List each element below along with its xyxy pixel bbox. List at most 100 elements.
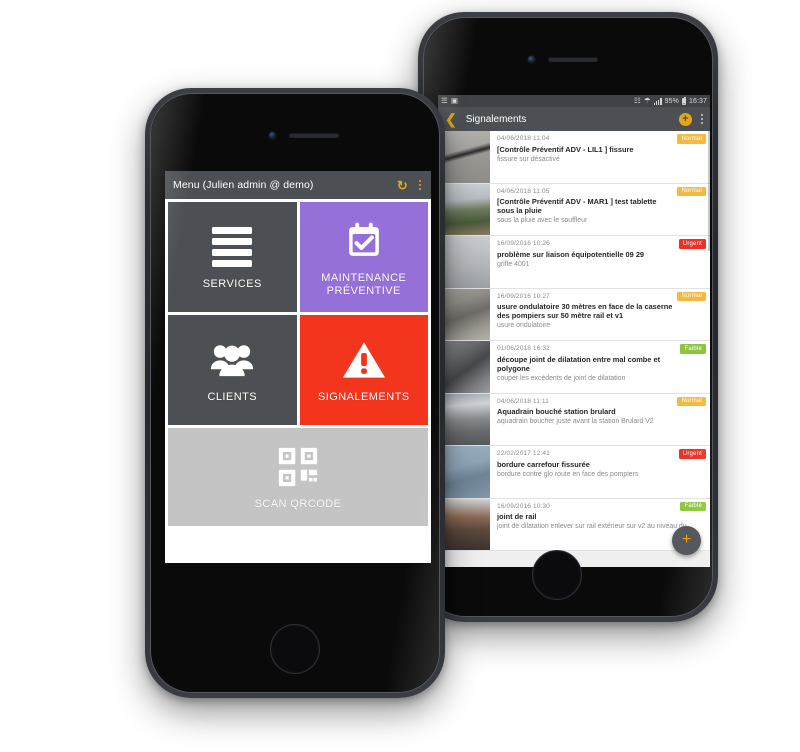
signalement-title: [Contrôle Préventif ADV - MAR1 ] test ta… bbox=[497, 197, 657, 216]
earpiece-speaker bbox=[289, 133, 339, 138]
signalement-content: 22/02/2017 12:41 bordure carrefour fissur… bbox=[490, 446, 710, 498]
android-share-icon: ☰ bbox=[441, 96, 448, 106]
signalement-list-item[interactable]: 16/09/2016 10:27 usure ondulatoire 30 mèt… bbox=[438, 288, 710, 341]
signalement-subtitle: bordure contre glo route en face des pom… bbox=[497, 470, 639, 478]
add-signalement-fab[interactable]: + bbox=[672, 526, 701, 555]
phone-left-body: Menu (Julien admin @ demo) ↻ SERVICES MAI… bbox=[150, 93, 440, 693]
phone-right-body: ☰ ▣ ☷ ☂ 95% 16:37 ❮ Signalements + 04/06… bbox=[423, 17, 713, 617]
status-badge: Normal bbox=[677, 396, 706, 407]
signalement-thumbnail bbox=[438, 236, 490, 288]
kebab-menu-icon[interactable] bbox=[700, 114, 703, 124]
signalement-date: 04/06/2018 11:04 bbox=[497, 135, 550, 142]
front-camera-icon bbox=[528, 56, 535, 63]
status-badge: Faible bbox=[680, 501, 706, 512]
menu-tile-label: SCAN QRCODE bbox=[254, 498, 342, 510]
signalement-thumbnail bbox=[438, 446, 490, 498]
status-right-icons: ☷ ☂ 95% 16:37 bbox=[634, 96, 707, 106]
signalement-list[interactable]: 04/06/2018 11:04 [Contrôle Préventif ADV … bbox=[438, 131, 710, 567]
home-button[interactable] bbox=[532, 550, 582, 600]
signalement-subtitle: joint de dilatation enlever sur rail ext… bbox=[497, 523, 687, 531]
signalement-date: 04/06/2018 11:05 bbox=[497, 187, 550, 195]
hamburger-bars-icon bbox=[212, 223, 253, 271]
status-badge: Normal bbox=[677, 134, 706, 144]
signalement-subtitle: aquadrain boucher juste avant la station… bbox=[497, 418, 654, 426]
menu-tile-label: CLIENTS bbox=[207, 391, 258, 403]
signalement-date: 22/02/2017 12:41 bbox=[497, 450, 550, 457]
status-badge: Faible bbox=[680, 344, 706, 354]
signalement-list-item[interactable]: 16/09/2016 10:30 joint de rail joint de di… bbox=[438, 498, 710, 551]
menu-tile-signalements[interactable]: SIGNALEMENTS bbox=[299, 315, 428, 425]
signalement-title: Aquadrain bouché station brulard bbox=[497, 407, 616, 416]
signalement-list-item[interactable]: 01/06/2018 16:32 découpe joint de dilatat… bbox=[438, 341, 710, 394]
signalement-date: 16/09/2016 10:26 bbox=[497, 240, 550, 247]
menu-title: Menu (Julien admin @ demo) bbox=[173, 179, 314, 191]
android-status-bar: ☰ ▣ ☷ ☂ 95% 16:37 bbox=[438, 95, 710, 107]
cell-signal-icon: ☷ bbox=[634, 96, 641, 106]
signalement-title: joint de rail bbox=[497, 512, 537, 521]
signalement-list-item[interactable]: 22/02/2017 12:41 bordure carrefour fissur… bbox=[438, 446, 710, 499]
signalement-list-item[interactable]: 04/06/2018 11:04 [Contrôle Préventif ADV … bbox=[438, 131, 710, 184]
page-title: Signalements bbox=[465, 113, 527, 125]
signalement-content: 16/09/2016 10:27 usure ondulatoire 30 mèt… bbox=[490, 289, 710, 341]
kebab-menu-icon[interactable] bbox=[418, 180, 421, 190]
signalement-date: 04/06/2018 11:11 bbox=[497, 397, 549, 405]
phone-device-right: ☰ ▣ ☷ ☂ 95% 16:37 ❮ Signalements + 04/06… bbox=[418, 12, 718, 622]
signalement-subtitle: griffe 4001 bbox=[497, 260, 530, 268]
signalement-title: usure ondulatoire 30 mètres en face de l… bbox=[497, 302, 673, 321]
wifi-icon: ☂ bbox=[643, 96, 651, 106]
menu-tile-label: SIGNALEMENTS bbox=[317, 391, 410, 403]
signalement-title: bordure carrefour fissurée bbox=[497, 459, 590, 469]
status-badge: Normal bbox=[677, 291, 706, 302]
signalement-content: 16/09/2016 10:26 problème sur liaison équ… bbox=[490, 236, 710, 288]
qr-code-icon bbox=[278, 443, 318, 491]
status-left-icons: ☰ ▣ bbox=[441, 97, 458, 105]
menu-tile-grid: SERVICES MAINTENANCE PRÉVENTIVE CLIENTS SIG… bbox=[165, 199, 431, 526]
people-group-icon bbox=[210, 336, 254, 384]
signalement-list-item[interactable]: 16/09/2016 10:26 problème sur liaison équ… bbox=[438, 236, 710, 289]
menu-tile-services[interactable]: SERVICES bbox=[168, 202, 297, 312]
app-bar-signalements: ❮ Signalements + bbox=[438, 107, 710, 131]
signalement-list-item[interactable]: 04/06/2018 11:05 [Contrôle Préventif ADV … bbox=[438, 183, 710, 236]
phone-device-left: Menu (Julien admin @ demo) ↻ SERVICES MAI… bbox=[145, 88, 445, 698]
calendar-check-icon bbox=[343, 217, 385, 265]
menu-tile-label: SERVICES bbox=[202, 278, 262, 290]
signalement-subtitle: usure ondulatoire bbox=[497, 322, 551, 330]
signalement-thumbnail bbox=[438, 288, 490, 340]
warning-triangle-icon bbox=[342, 336, 386, 384]
earpiece-speaker bbox=[548, 57, 598, 62]
home-button[interactable] bbox=[270, 624, 320, 674]
signalement-title: [Contrôle Préventif ADV - LIL1 ] fissure bbox=[497, 144, 634, 154]
signalement-subtitle: sous la pluie avec le souffleur bbox=[497, 217, 588, 225]
refresh-icon[interactable]: ↻ bbox=[397, 179, 408, 192]
signalement-title: découpe joint de dilatation entre mal co… bbox=[497, 354, 661, 373]
battery-icon bbox=[681, 96, 686, 105]
plus-circle-icon[interactable]: + bbox=[678, 112, 692, 126]
battery-percent-label: 95% bbox=[664, 97, 679, 105]
phone-right-screen: ☰ ▣ ☷ ☂ 95% 16:37 ❮ Signalements + 04/06… bbox=[438, 95, 710, 567]
status-badge: Urgent bbox=[678, 449, 706, 459]
chevron-left-icon[interactable]: ❮ bbox=[445, 112, 457, 126]
signalement-thumbnail bbox=[438, 131, 490, 183]
signalement-list-item[interactable]: 04/06/2018 11:11 Aquadrain bouché station… bbox=[438, 393, 710, 446]
signalement-thumbnail bbox=[438, 183, 490, 235]
menu-tile-clients[interactable]: CLIENTS bbox=[168, 315, 297, 425]
signalement-subtitle: fissure sur désactivé bbox=[497, 155, 560, 163]
menu-tile-maintenance-pr-ventive[interactable]: MAINTENANCE PRÉVENTIVE bbox=[299, 202, 428, 312]
signalement-content: 01/06/2018 16:32 découpe joint de dilatat… bbox=[490, 341, 710, 393]
signal-bars-icon bbox=[653, 98, 662, 105]
menu-tile-scan-qrcode[interactable]: SCAN QRCODE bbox=[168, 428, 428, 526]
signalement-subtitle: couper les excédents de joint de dilatat… bbox=[497, 374, 626, 382]
signalement-content: 04/06/2018 11:11 Aquadrain bouché station… bbox=[490, 394, 710, 446]
signalement-thumbnail bbox=[438, 393, 490, 445]
status-clock: 16:37 bbox=[688, 97, 707, 105]
signalement-content: 04/06/2018 11:05 [Contrôle Préventif ADV … bbox=[490, 184, 710, 236]
signalement-title: problème sur liaison équipotentielle 09 … bbox=[497, 249, 645, 259]
signalement-thumbnail bbox=[438, 341, 490, 393]
phone-left-screen: Menu (Julien admin @ demo) ↻ SERVICES MAI… bbox=[165, 171, 431, 563]
signalement-date: 16/09/2016 10:27 bbox=[497, 292, 550, 300]
status-badge: Urgent bbox=[678, 239, 706, 249]
front-camera-icon bbox=[269, 132, 276, 139]
list-scrollbar[interactable] bbox=[708, 131, 710, 251]
status-badge: Normal bbox=[677, 186, 706, 197]
signalement-content: 04/06/2018 11:04 [Contrôle Préventif ADV … bbox=[490, 131, 710, 183]
